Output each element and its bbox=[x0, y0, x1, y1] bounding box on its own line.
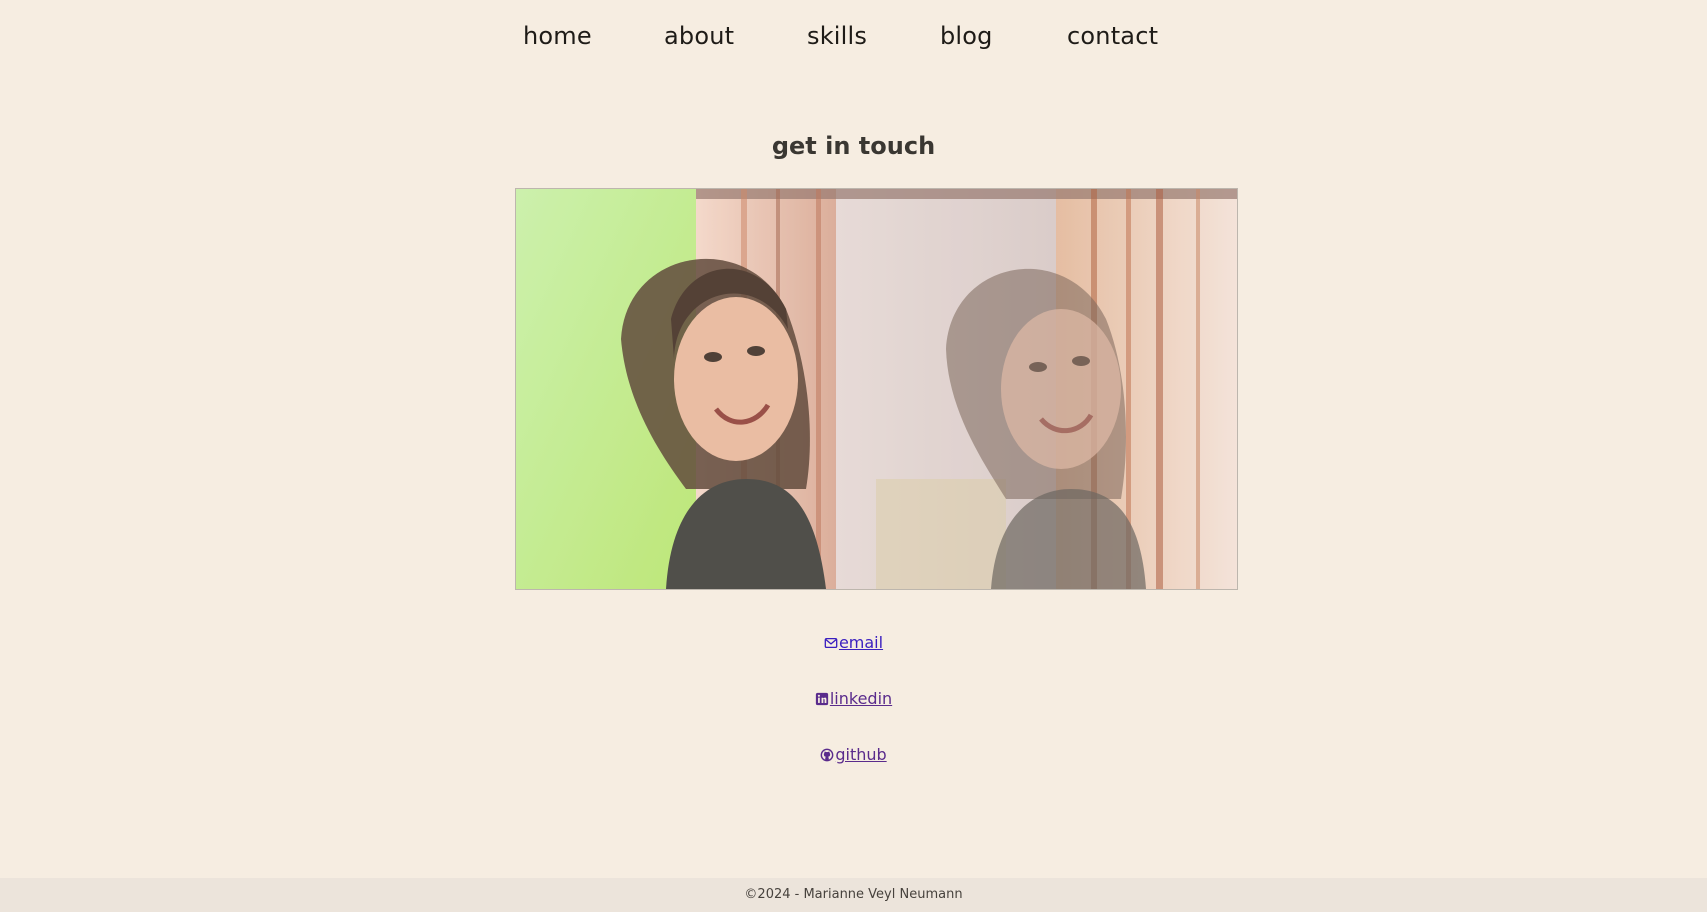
portrait-photo-graphic bbox=[516, 189, 1237, 589]
email-link[interactable]: email bbox=[824, 630, 883, 656]
github-link-label[interactable]: github bbox=[835, 742, 886, 768]
github-icon bbox=[820, 748, 834, 762]
footer: ©2024 - Marianne Veyl Neumann bbox=[0, 878, 1707, 912]
linkedin-link[interactable]: linkedin bbox=[815, 686, 892, 712]
linkedin-icon bbox=[815, 692, 828, 706]
github-link[interactable]: github bbox=[820, 742, 887, 768]
email-row: email bbox=[0, 630, 1707, 656]
nav-blog-link[interactable]: blog bbox=[940, 18, 993, 54]
nav-contact-link[interactable]: contact bbox=[1067, 18, 1158, 54]
portrait-photo bbox=[515, 188, 1238, 590]
email-link-label[interactable]: email bbox=[839, 630, 883, 656]
github-row: github bbox=[0, 742, 1707, 768]
nav-skills-link[interactable]: skills bbox=[807, 18, 867, 54]
mail-icon bbox=[824, 637, 838, 649]
nav-about-link[interactable]: about bbox=[664, 18, 734, 54]
linkedin-row: linkedin bbox=[0, 686, 1707, 712]
footer-copyright: ©2024 - Marianne Veyl Neumann bbox=[744, 887, 963, 902]
linkedin-link-label[interactable]: linkedin bbox=[830, 686, 892, 712]
nav-home-link[interactable]: home bbox=[523, 18, 592, 54]
top-nav: home about skills blog contact bbox=[0, 18, 1707, 54]
page-title: get in touch bbox=[771, 132, 936, 161]
